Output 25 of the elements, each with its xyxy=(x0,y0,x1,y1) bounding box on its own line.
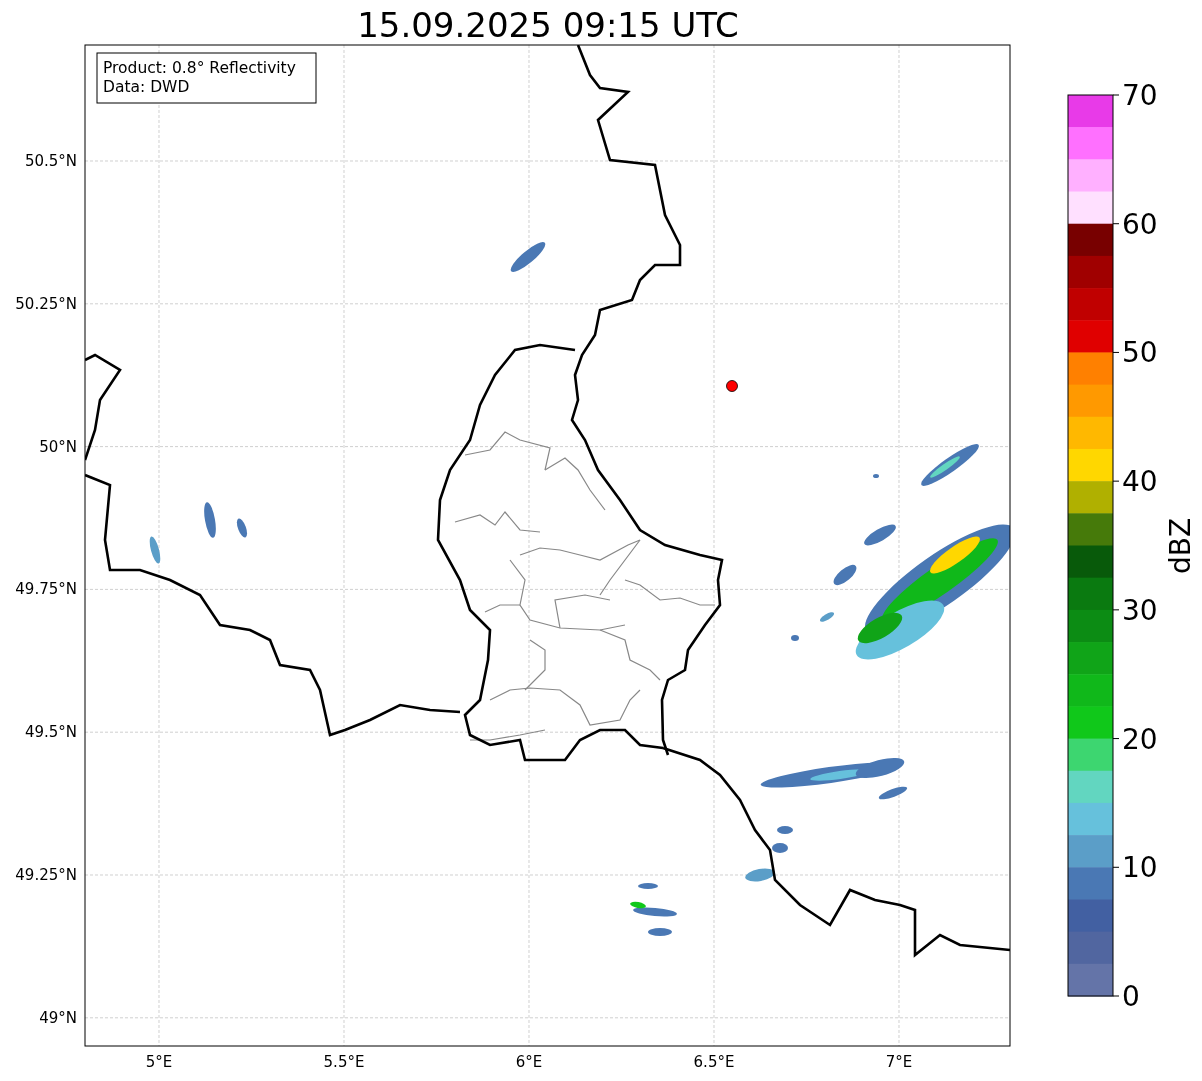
colorbar-tick-label: 50 xyxy=(1122,336,1158,370)
longitude-label: 6.5°E xyxy=(693,1053,735,1071)
colorbar-tick-label: 0 xyxy=(1122,980,1140,1013)
latitude-label: 50.5°N xyxy=(24,152,77,170)
info-text: Product: 0.8° Reflectivity xyxy=(103,59,296,77)
colorbar-tick-label: 40 xyxy=(1122,465,1158,499)
colorbar-tick-label: 70 xyxy=(1122,79,1158,112)
colorbar-tick-label: 30 xyxy=(1122,593,1158,627)
longitude-label: 5°E xyxy=(145,1053,173,1071)
latitude-label: 49.25°N xyxy=(15,866,77,884)
colorbar-tick-label: 10 xyxy=(1122,851,1158,885)
latitude-label: 49.5°N xyxy=(24,723,77,742)
radar-site-marker xyxy=(726,380,738,392)
latitude-label: 50.25°N xyxy=(15,294,77,313)
longitude-label: 5.5°E xyxy=(323,1053,365,1071)
colorbar-tick-label: 20 xyxy=(1122,722,1158,756)
latitude-label: 49.75°N xyxy=(15,580,77,599)
colorbar-tick-label: 60 xyxy=(1122,207,1158,241)
latitude-label: 50°N xyxy=(39,437,77,456)
colorbar-label: dBZ xyxy=(1164,517,1197,575)
info-text: Data: DWD xyxy=(103,78,190,96)
chart-title: 15.09.2025 09:15 UTC xyxy=(357,5,739,45)
latitude-label: 49°N xyxy=(39,1008,77,1027)
longitude-label: 7°E xyxy=(885,1053,913,1071)
longitude-label: 6°E xyxy=(515,1053,543,1071)
